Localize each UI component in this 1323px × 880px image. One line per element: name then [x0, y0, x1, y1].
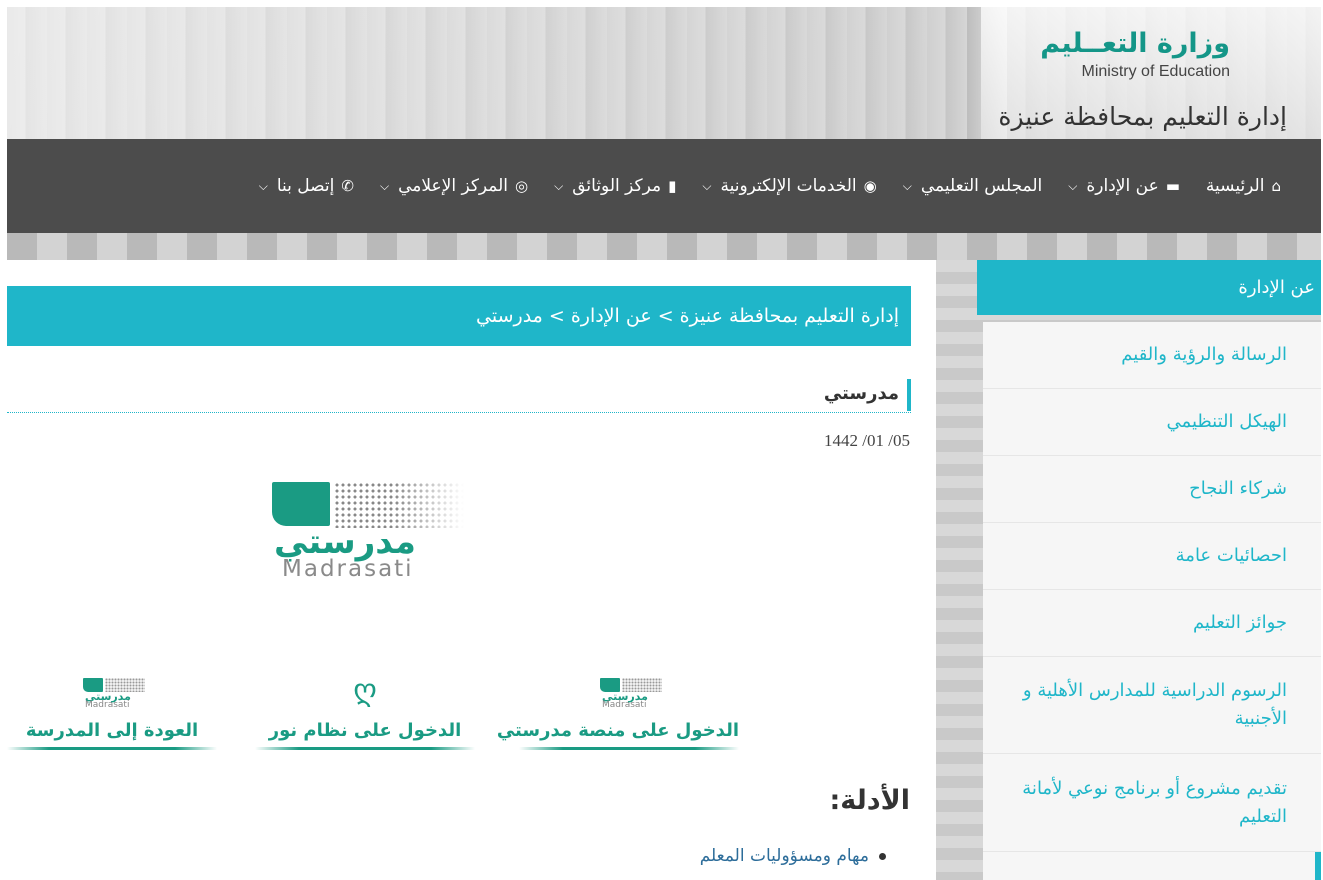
nav-contact-label: إتصل بنا [276, 176, 335, 196]
ministry-logo-arabic: وزارة التعــليم [1040, 28, 1230, 59]
noor-logo: ღ [353, 673, 377, 708]
eye-icon: ◎ [515, 177, 529, 195]
nav-eservices-label: الخدمات الإلكترونية [720, 176, 857, 196]
madrasati-logo-english: Madrasati [282, 556, 414, 582]
nav-council-label: المجلس التعليمي [920, 176, 1043, 196]
tile-madrasati-login-label: الدخول على منصة مدرستي [496, 720, 739, 741]
nav-eservices[interactable]: ◉ الخدمات الإلكترونية ⌵ [702, 176, 876, 196]
nav-contact[interactable]: ✆ إتصل بنا ⌵ [259, 176, 354, 196]
ministry-logo-english: Ministry of Education [1081, 63, 1230, 80]
office-name: إدارة التعليم بمحافظة عنيزة [998, 102, 1287, 131]
nav-home[interactable]: ⌂ الرئيسية [1206, 176, 1281, 196]
sidebar-item-fees[interactable]: الرسوم الدراسية للمدارس الأهلية و الأجنب… [983, 657, 1321, 754]
chevron-down-icon: ⌵ [702, 178, 712, 193]
globe-icon: ◉ [863, 177, 877, 195]
sidebar-item-awards[interactable]: جوائز التعليم [983, 590, 1321, 657]
tile-noor-login[interactable]: ღ الدخول على نظام نور [255, 670, 475, 750]
guides-heading: الأدلة: [829, 785, 910, 816]
home-icon: ⌂ [1271, 177, 1281, 195]
guide-link-label: مهام ومسؤوليات المعلم [699, 846, 869, 866]
book-icon [272, 482, 330, 526]
chevron-down-icon: ⌵ [1068, 178, 1078, 193]
nav-media[interactable]: ◎ المركز الإعلامي ⌵ [380, 176, 528, 196]
sidebar-menu: الرسالة والرؤية والقيم الهيكل التنظيمي ش… [983, 322, 1321, 880]
breadcrumb: إدارة التعليم بمحافظة عنيزة > عن الإدارة… [7, 286, 911, 346]
guides-list: مهام ومسؤوليات المعلم [700, 846, 886, 866]
phone-icon: ✆ [341, 177, 354, 195]
sidebar-item-statistics[interactable]: احصائيات عامة [983, 523, 1321, 590]
chevron-down-icon: ⌵ [379, 178, 390, 193]
nav-about-label: عن الإدارة [1086, 176, 1159, 196]
nav-documents-label: مركز الوثائق [572, 176, 662, 196]
publish-date: 1442 /01 /05 [824, 431, 910, 450]
main-navbar: ⌂ الرئيسية ▬ عن الإدارة ⌵ المجلس التعليم… [7, 139, 1321, 233]
chevron-down-icon: ⌵ [554, 178, 564, 193]
nav-council[interactable]: المجلس التعليمي ⌵ [903, 176, 1043, 196]
madrasati-logo-arabic: مدرستي [274, 522, 416, 562]
page-title-wrap: مدرستي [7, 373, 911, 413]
tile-back-to-school[interactable]: مدرستي Madrasati العودة إلى المدرسة [7, 670, 217, 750]
tile-madrasati-login[interactable]: مدرستي Madrasati الدخول على منصة مدرستي [496, 670, 739, 750]
nav-documents[interactable]: ▮ مركز الوثائق ⌵ [554, 176, 676, 196]
page-title: مدرستي [824, 379, 911, 411]
bullet-icon [879, 852, 886, 860]
sidebar-item-madrasati[interactable]: مدرستي [983, 852, 1321, 880]
nav-media-label: المركز الإعلامي [398, 176, 509, 196]
nav-home-label: الرئيسية [1205, 176, 1265, 196]
chevron-down-icon: ⌵ [902, 178, 912, 193]
madrasati-mini-logo: مدرستي Madrasati [594, 672, 664, 710]
nav-about[interactable]: ▬ عن الإدارة ⌵ [1068, 176, 1180, 196]
guide-link[interactable]: مهام ومسؤوليات المعلم [700, 846, 886, 866]
presentation-icon: ▬ [1165, 177, 1180, 195]
ministry-logo[interactable]: وزارة التعــليم Ministry of Education [1030, 27, 1230, 81]
main-content: إدارة التعليم بمحافظة عنيزة > عن الإدارة… [7, 260, 936, 880]
chevron-down-icon: ⌵ [258, 178, 268, 193]
sidebar-title: عن الإدارة [977, 260, 1321, 315]
sidebar-item-vision[interactable]: الرسالة والرؤية والقيم [983, 322, 1321, 389]
sidebar-item-partners[interactable]: شركاء النجاح [983, 456, 1321, 523]
sidebar-item-project[interactable]: تقديم مشروع أو برنامج نوعي لأمانة التعلي… [983, 754, 1321, 852]
tile-back-to-school-label: العودة إلى المدرسة [25, 720, 199, 741]
madrasati-mini-logo: مدرستي Madrasati [77, 672, 147, 710]
madrasati-logo: مدرستي Madrasati [264, 478, 474, 588]
file-icon: ▮ [668, 177, 677, 195]
tile-noor-login-label: الدخول على نظام نور [268, 720, 462, 741]
sidebar-item-structure[interactable]: الهيكل التنظيمي [983, 389, 1321, 456]
